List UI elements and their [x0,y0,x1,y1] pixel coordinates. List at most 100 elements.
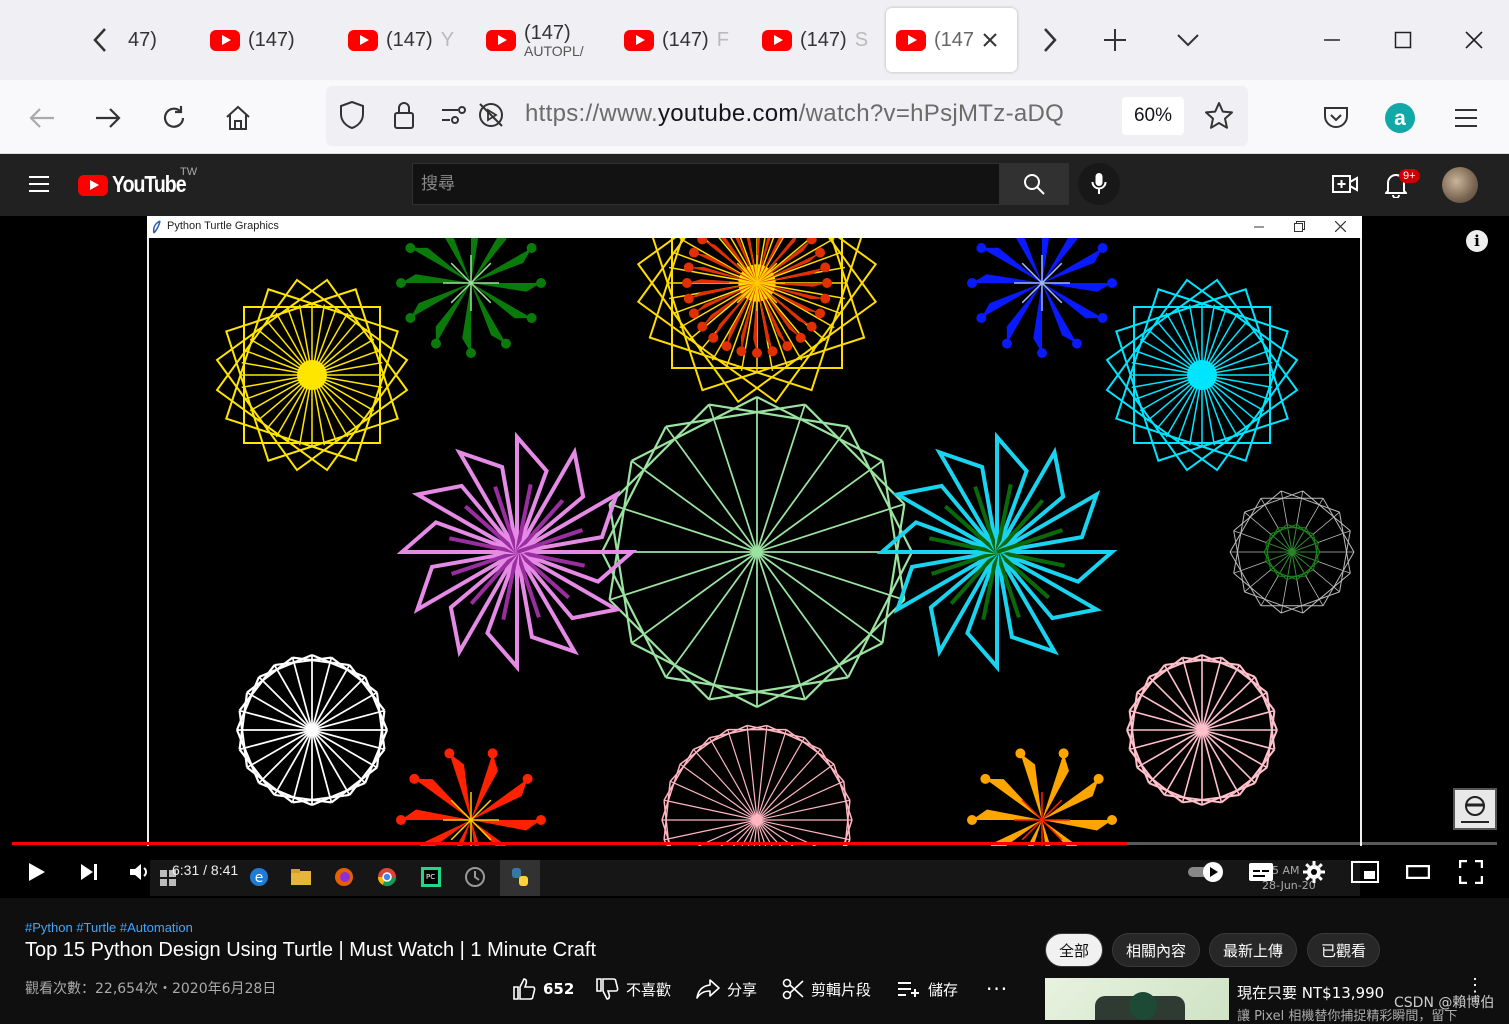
maximize-window-icon[interactable] [1383,22,1423,58]
blue-splat-shape [967,238,1117,358]
zoom-level-button[interactable]: 60% [1122,97,1184,135]
pocket-icon[interactable] [1316,98,1356,138]
avatar[interactable] [1442,167,1478,203]
feather-icon [152,220,161,234]
filter-chip-recent[interactable]: 最新上傳 [1209,933,1298,967]
browser-tab[interactable]: (147) F [614,8,734,72]
ad-title[interactable]: 現在只要 NT$13,990 [1237,982,1384,1003]
close-tab-icon[interactable] [982,32,998,48]
tab-scroll-left-icon[interactable] [80,18,120,62]
youtube-favicon-icon [624,29,654,51]
create-video-icon[interactable] [1332,173,1358,200]
tab-title: (147) [800,28,847,51]
info-icon[interactable]: i [1466,230,1488,252]
browser-tab[interactable]: (147) Y [338,8,458,72]
white-wheel-shape [235,653,389,807]
video-player[interactable]: Python Turtle Graphics i e PC 55 AM 28-J… [0,216,1509,898]
search-input[interactable] [412,163,1000,205]
forward-arrow-icon[interactable] [88,98,128,138]
lock-icon[interactable] [392,100,416,135]
filter-chip-related[interactable]: 相關內容 [1112,933,1201,967]
close-window-icon[interactable] [1454,22,1494,58]
clip-label: 剪輯片段 [811,980,872,999]
microphone-icon [1091,173,1107,194]
region-code: TW [180,166,198,178]
player-controls: 6:31 / 8:41 [0,850,1509,898]
share-label: 分享 [727,980,758,999]
red-orange-burst-shape [682,238,832,358]
browser-tab[interactable]: 47) [118,8,178,72]
browser-tab[interactable]: (147) S [752,8,872,72]
home-icon[interactable] [218,98,258,138]
youtube-header: YouTube TW 9+ [0,154,1509,216]
like-button[interactable]: 652 [512,976,574,1002]
address-bar[interactable]: https://www.youtube.com/watch?v=hPsjMTz-… [326,86,1248,146]
youtube-favicon-icon [210,29,240,51]
thumbs-down-icon [596,978,619,1000]
filter-chip-all[interactable]: 全部 [1045,933,1104,967]
youtube-logo-icon[interactable] [78,175,108,196]
notification-count-badge: 9+ [1399,169,1420,183]
play-button[interactable] [22,850,52,894]
fullscreen-button[interactable] [1456,850,1486,894]
theater-mode-icon [1406,865,1430,879]
guide-menu-icon[interactable] [28,175,50,198]
tab-subtitle: AUTOPL/ [524,43,584,59]
share-button[interactable]: 分享 [696,976,757,1002]
new-tab-icon[interactable] [1095,18,1135,62]
more-actions-button[interactable]: ... [986,970,1008,996]
play-icon [29,863,45,881]
ad-menu-icon[interactable]: ⋮ [1466,976,1484,994]
search-icon [1024,174,1045,195]
cyan-star-shape [1105,278,1299,472]
subtitles-button[interactable] [1246,850,1276,894]
green-splat-shape [396,238,546,358]
csdn-watermark: CSDN @賴博伯 [1394,995,1495,1011]
filter-chip-watched[interactable]: 已觀看 [1307,933,1381,967]
permissions-icon[interactable] [440,103,468,132]
search-button[interactable] [999,163,1069,205]
save-label: 儲存 [928,980,959,999]
next-icon [81,864,97,880]
channel-watermark-icon[interactable] [1453,788,1497,830]
restore-icon [1294,221,1305,232]
yellow-star-shape [215,278,409,472]
browser-nav-bar: https://www.youtube.com/watch?v=hPsjMTz-… [0,80,1509,154]
turtle-canvas [149,238,1360,846]
scissors-icon [782,978,804,1000]
youtube-logo-text[interactable]: YouTube [112,171,187,198]
tab-scroll-right-icon[interactable] [1030,18,1070,62]
mute-button[interactable] [124,850,154,894]
browser-tab[interactable]: (147) [200,8,320,72]
tracking-protection-shield-icon[interactable] [338,100,366,135]
hamburger-menu-icon[interactable] [1446,98,1486,138]
clip-button[interactable]: 剪輯片段 [782,976,871,1002]
turtle-window-title: Python Turtle Graphics [167,220,279,232]
browser-tab-active[interactable]: (147 [886,8,1017,72]
reload-icon[interactable] [154,98,194,138]
url-text[interactable]: https://www.youtube.com/watch?v=hPsjMTz-… [525,100,1064,128]
gear-icon [1303,861,1325,883]
bookmark-star-icon[interactable] [1204,101,1234,136]
extension-a-icon[interactable]: a [1380,98,1420,138]
minimize-window-icon[interactable] [1312,22,1352,58]
back-arrow-icon[interactable] [22,98,62,138]
volume-icon [130,864,147,880]
theater-mode-button[interactable] [1403,850,1433,894]
progress-bar[interactable] [12,842,1497,845]
video-details: #Python #Turtle #Automation Top 15 Pytho… [0,898,1509,1024]
ad-thumbnail[interactable] [1045,978,1229,1020]
fullscreen-icon [1459,860,1483,884]
tab-title: (147) [386,28,433,51]
list-all-tabs-icon[interactable] [1168,18,1208,62]
video-hashtags[interactable]: #Python #Turtle #Automation [25,920,193,935]
browser-tab[interactable]: (147) AUTOPL/ [476,8,596,72]
settings-button[interactable] [1299,850,1329,894]
save-button[interactable]: 儲存 [897,976,958,1002]
autoplay-blocked-icon[interactable] [476,100,506,135]
miniplayer-button[interactable] [1350,850,1380,894]
next-button[interactable] [74,850,104,894]
dislike-button[interactable]: 不喜歡 [595,976,671,1002]
voice-search-button[interactable] [1078,163,1120,205]
autoplay-toggle[interactable] [1186,850,1226,894]
